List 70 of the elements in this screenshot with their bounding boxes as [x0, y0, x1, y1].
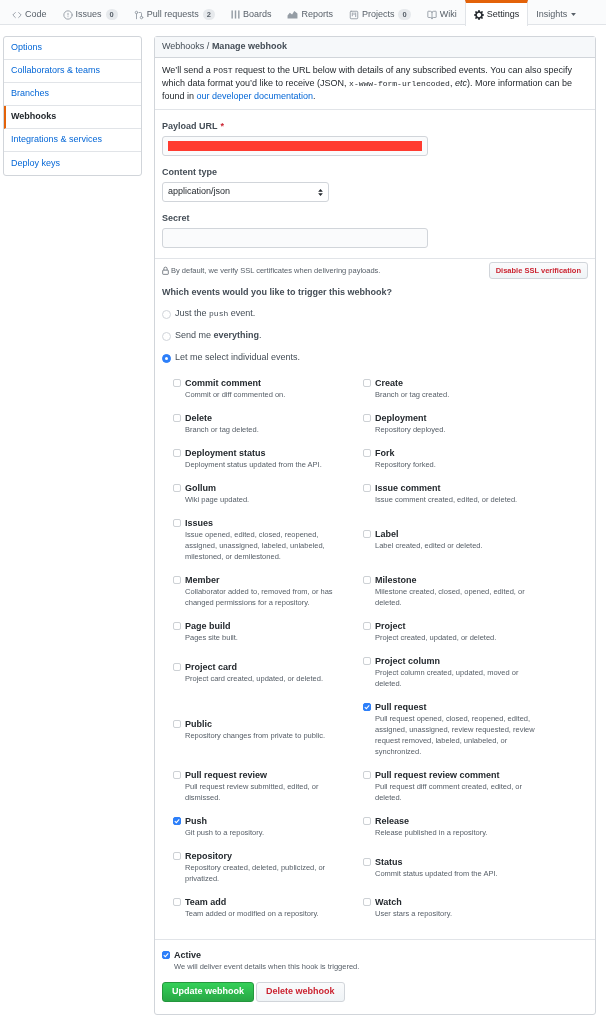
event-title: Project column [375, 655, 441, 667]
event-title: Deployment status [185, 447, 267, 459]
event-title: Pull request review comment [375, 769, 501, 781]
checkbox[interactable] [363, 703, 371, 711]
checkbox[interactable] [173, 817, 181, 825]
nav-tab[interactable]: Reports [279, 0, 341, 26]
sidebar-item[interactable]: Branches [4, 83, 141, 106]
event-title: Fork [375, 447, 396, 459]
event-title: Watch [375, 896, 403, 908]
event-title: Pull request review [185, 769, 269, 781]
area-chart-icon [287, 10, 299, 19]
event-title: Release [375, 815, 411, 827]
sidebar-item[interactable]: Deploy keys [4, 152, 141, 175]
event-title: Pull request [375, 701, 428, 713]
field-label: Secret [162, 212, 191, 224]
event-title: Team add [185, 896, 228, 908]
book-icon [426, 9, 437, 20]
sidebar-item[interactable]: Integrations & services [4, 129, 141, 152]
content-type-select[interactable]: application/json [162, 182, 329, 202]
events-question: Which events would you like to trigger this webhook? [162, 286, 394, 298]
nav-tab[interactable]: Insights [528, 0, 585, 26]
event-title: Milestone [375, 574, 418, 586]
select-arrows-icon [318, 188, 323, 196]
nav-tab[interactable]: Code [4, 0, 55, 26]
checkbox[interactable] [162, 951, 170, 959]
panel-title: Webhooks / Manage webhook [162, 40, 287, 54]
event-title: Create [375, 377, 404, 389]
delete-button[interactable]: Delete webhook [256, 982, 345, 1002]
gear-icon [473, 9, 484, 20]
event-title: Issue comment [375, 482, 442, 494]
alert-circle-icon [62, 9, 73, 20]
event-title: Page build [185, 620, 232, 632]
lock-icon [162, 266, 169, 275]
intro-text: We’ll send a POST request to the URL below with details of any subscribed events. You can also specify which data format you’d like to receive (JSON, x-www-form-urlencoded, etc). More information can be found in our developer documentation. [162, 64, 573, 103]
event-title: Label [375, 528, 400, 540]
check-icon [163, 952, 169, 958]
nav-tab[interactable]: Settings [464, 0, 529, 26]
field-label: Content type [162, 166, 218, 178]
check-icon [364, 704, 370, 710]
event-title: Commit comment [185, 377, 262, 389]
code-icon [12, 9, 22, 20]
sidebar-item[interactable]: Collaborators & teams [4, 60, 141, 83]
event-title: Project [375, 620, 407, 632]
event-title: Issues [185, 517, 215, 529]
event-title: Deployment [375, 412, 428, 424]
event-title: Repository [185, 850, 233, 862]
event-title: Public [185, 717, 213, 730]
secret-field[interactable] [162, 228, 428, 248]
pull-request-icon [133, 9, 144, 20]
event-title: Status [375, 855, 404, 868]
event-title: Project card [185, 660, 239, 673]
field-label: Payload URL [162, 120, 218, 132]
active-label: Active [174, 949, 202, 961]
event-title: Gollum [185, 482, 217, 494]
sidebar-item[interactable]: Options [4, 37, 141, 60]
payload-url-field[interactable] [162, 136, 428, 156]
radio-button[interactable] [162, 353, 171, 363]
kanban-icon [348, 9, 359, 20]
sidebar-item[interactable]: Webhooks [4, 106, 141, 129]
check-icon [174, 818, 180, 824]
columns-icon [230, 10, 240, 19]
required-mark: * [220, 120, 225, 132]
event-title: Member [185, 574, 221, 586]
radio-label: Let me select individual events. [175, 351, 301, 365]
event-title: Push [185, 815, 208, 827]
event-title: Delete [185, 412, 213, 424]
radio-label: Send me everything. [175, 329, 262, 343]
nav-tab[interactable]: Wiki [418, 0, 465, 26]
nav-tab[interactable]: Boards [222, 0, 280, 26]
radio-label: Just the push event. [175, 307, 256, 321]
